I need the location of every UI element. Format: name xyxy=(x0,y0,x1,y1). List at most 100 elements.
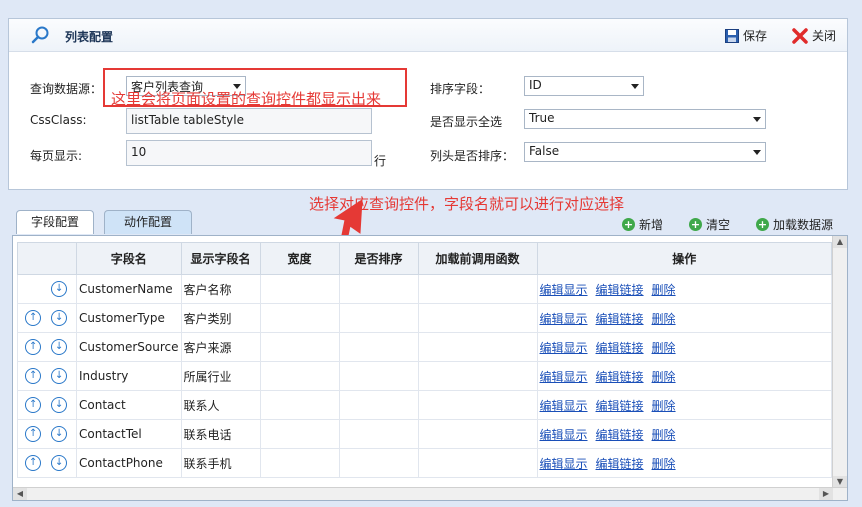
sort-cell xyxy=(338,332,419,362)
move-cell: ↓ xyxy=(17,274,77,304)
preload-cell xyxy=(417,303,538,333)
move-up-icon[interactable]: ↑ xyxy=(25,397,41,413)
header-width: 宽度 xyxy=(259,242,340,275)
field-grid: 字段名 显示字段名 宽度 是否排序 加载前调用函数 操作 ↓ CustomerNa… xyxy=(12,235,848,501)
edit-display-link[interactable]: 编辑显示 xyxy=(540,312,588,326)
sort-cell xyxy=(338,274,419,304)
delete-link[interactable]: 删除 xyxy=(652,370,676,384)
table-row: ↑ ↓ CustomerType 客户类别 编辑显示 编辑链接 删除 xyxy=(17,303,833,333)
table-row: ↑ ↓ Contact 联系人 编辑显示 编辑链接 删除 xyxy=(17,390,833,420)
move-up-icon[interactable]: ↑ xyxy=(25,455,41,471)
header-actions: 操作 xyxy=(536,242,833,275)
move-down-icon[interactable]: ↓ xyxy=(51,339,67,355)
sort-cell xyxy=(338,361,419,391)
header-preload: 加载前调用函数 xyxy=(417,242,538,275)
scroll-up-icon[interactable]: ▲ xyxy=(833,236,847,248)
move-cell: ↑ ↓ xyxy=(17,448,77,478)
move-cell: ↑ ↓ xyxy=(17,419,77,449)
add-button[interactable]: + 新增 xyxy=(622,216,663,233)
field-name-cell: Industry xyxy=(76,361,182,391)
plus-icon: + xyxy=(622,218,635,231)
preload-cell xyxy=(417,448,538,478)
tab-action-config-label: 动作配置 xyxy=(123,215,172,229)
header-field: 字段名 xyxy=(76,242,182,275)
width-cell xyxy=(259,448,340,478)
edit-link-link[interactable]: 编辑链接 xyxy=(596,341,644,355)
field-name-cell: ContactTel xyxy=(76,419,182,449)
load-datasource-button[interactable]: + 加载数据源 xyxy=(756,216,833,233)
display-name-cell: 客户名称 xyxy=(180,274,261,304)
delete-link[interactable]: 删除 xyxy=(652,457,676,471)
field-name-cell: CustomerType xyxy=(76,303,182,333)
header-move xyxy=(17,242,77,275)
move-down-icon[interactable]: ↓ xyxy=(51,281,67,297)
edit-display-link[interactable]: 编辑显示 xyxy=(540,457,588,471)
edit-display-link[interactable]: 编辑显示 xyxy=(540,370,588,384)
move-up-icon[interactable]: ↑ xyxy=(25,426,41,442)
sort-cell xyxy=(338,390,419,420)
move-cell: ↑ ↓ xyxy=(17,390,77,420)
edit-link-link[interactable]: 编辑链接 xyxy=(596,283,644,297)
width-cell xyxy=(259,419,340,449)
horizontal-scrollbar[interactable]: ◀ ▶ xyxy=(13,487,847,500)
actions-cell: 编辑显示 编辑链接 删除 xyxy=(536,448,833,478)
edit-link-link[interactable]: 编辑链接 xyxy=(596,370,644,384)
display-name-cell: 客户来源 xyxy=(180,332,261,362)
field-name-cell: ContactPhone xyxy=(76,448,182,478)
display-name-cell: 客户类别 xyxy=(180,303,261,333)
field-name-cell: Contact xyxy=(76,390,182,420)
delete-link[interactable]: 删除 xyxy=(652,428,676,442)
width-cell xyxy=(259,303,340,333)
delete-link[interactable]: 删除 xyxy=(652,312,676,326)
edit-link-link[interactable]: 编辑链接 xyxy=(596,457,644,471)
display-name-cell: 联系手机 xyxy=(180,448,261,478)
display-name-cell: 联系人 xyxy=(180,390,261,420)
move-down-icon[interactable]: ↓ xyxy=(51,455,67,471)
scroll-left-icon[interactable]: ◀ xyxy=(13,488,27,500)
table-row: ↑ ↓ Industry 所属行业 编辑显示 编辑链接 删除 xyxy=(17,361,833,391)
preload-cell xyxy=(417,332,538,362)
load-label: 加载数据源 xyxy=(773,218,834,232)
preload-cell xyxy=(417,274,538,304)
field-name-cell: CustomerName xyxy=(76,274,182,304)
edit-link-link[interactable]: 编辑链接 xyxy=(596,312,644,326)
scroll-right-icon[interactable]: ▶ xyxy=(819,488,833,500)
move-up-icon[interactable]: ↑ xyxy=(25,310,41,326)
plus-icon: + xyxy=(756,218,769,231)
plus-icon: + xyxy=(689,218,702,231)
sort-cell xyxy=(338,419,419,449)
move-up-icon[interactable]: ↑ xyxy=(25,339,41,355)
clear-button[interactable]: + 清空 xyxy=(689,216,730,233)
preload-cell xyxy=(417,419,538,449)
move-down-icon[interactable]: ↓ xyxy=(51,310,67,326)
delete-link[interactable]: 删除 xyxy=(652,399,676,413)
sort-cell xyxy=(338,303,419,333)
actions-cell: 编辑显示 编辑链接 删除 xyxy=(536,390,833,420)
move-down-icon[interactable]: ↓ xyxy=(51,426,67,442)
tab-field-config[interactable]: 字段配置 xyxy=(16,210,94,234)
delete-link[interactable]: 删除 xyxy=(652,341,676,355)
edit-display-link[interactable]: 编辑显示 xyxy=(540,399,588,413)
table-row: ↑ ↓ ContactTel 联系电话 编辑显示 编辑链接 删除 xyxy=(17,419,833,449)
width-cell xyxy=(259,332,340,362)
edit-link-link[interactable]: 编辑链接 xyxy=(596,399,644,413)
move-up-icon[interactable]: ↑ xyxy=(25,368,41,384)
table-header-row: 字段名 显示字段名 宽度 是否排序 加载前调用函数 操作 xyxy=(17,242,833,275)
sort-cell xyxy=(338,448,419,478)
edit-display-link[interactable]: 编辑显示 xyxy=(540,283,588,297)
actions-cell: 编辑显示 编辑链接 删除 xyxy=(536,303,833,333)
tab-action-config[interactable]: 动作配置 xyxy=(104,210,192,234)
display-name-cell: 联系电话 xyxy=(180,419,261,449)
actions-cell: 编辑显示 编辑链接 删除 xyxy=(536,419,833,449)
edit-display-link[interactable]: 编辑显示 xyxy=(540,428,588,442)
move-down-icon[interactable]: ↓ xyxy=(51,368,67,384)
width-cell xyxy=(259,390,340,420)
edit-display-link[interactable]: 编辑显示 xyxy=(540,341,588,355)
vertical-scrollbar[interactable]: ▲ ▼ xyxy=(832,236,847,500)
delete-link[interactable]: 删除 xyxy=(652,283,676,297)
actions-cell: 编辑显示 编辑链接 删除 xyxy=(536,361,833,391)
preload-cell xyxy=(417,361,538,391)
edit-link-link[interactable]: 编辑链接 xyxy=(596,428,644,442)
move-down-icon[interactable]: ↓ xyxy=(51,397,67,413)
move-cell: ↑ ↓ xyxy=(17,303,77,333)
